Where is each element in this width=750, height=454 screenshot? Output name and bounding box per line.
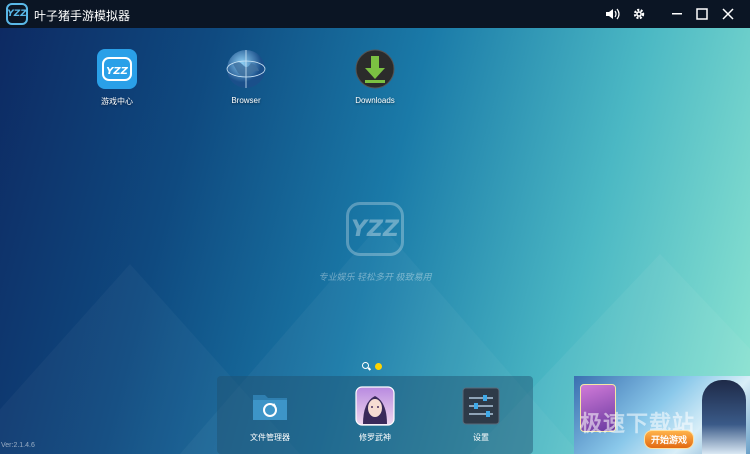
start-game-button[interactable]: 开始游戏 (644, 430, 695, 449)
app-label: Browser (231, 96, 261, 105)
version-label: Ver:2.1.4.6 (1, 442, 35, 449)
gear-icon[interactable] (630, 5, 648, 23)
dock-label: 设置 (473, 433, 489, 442)
dock-label: 修罗武神 (359, 433, 391, 442)
app-logo: YZZ (6, 3, 28, 25)
close-icon[interactable] (719, 5, 737, 23)
app-downloads[interactable]: Downloads (335, 48, 415, 105)
search-icon[interactable] (362, 362, 371, 371)
page-dot-active[interactable] (375, 363, 382, 370)
download-arrow-icon (354, 48, 396, 90)
dock-item-file-manager[interactable]: 文件管理器 (240, 386, 300, 443)
dock-label: 文件管理器 (250, 433, 290, 442)
yzz-game-center-icon: YZZ (96, 48, 138, 90)
slogan: 专业娱乐 轻松多开 极致易用 (318, 272, 432, 282)
dock-item-game[interactable]: 修罗武神 (345, 386, 405, 443)
svg-text:YZZ: YZZ (106, 66, 128, 77)
game-avatar-icon (355, 386, 395, 426)
folder-refresh-icon (250, 386, 290, 426)
app-title: 叶子猪手游模拟器 (34, 9, 131, 23)
globe-browser-icon (225, 48, 267, 90)
app-game-center[interactable]: YZZ 游戏中心 (77, 48, 157, 107)
app-browser[interactable]: Browser (206, 48, 286, 105)
app-label: 游戏中心 (101, 97, 133, 106)
minimize-icon[interactable] (668, 5, 686, 23)
dock-item-settings[interactable]: 设置 (451, 386, 511, 443)
dock: 文件管理器 修罗武神 设置 (217, 376, 533, 454)
center-yzz-logo: YZZ (346, 202, 404, 256)
app-label: Downloads (355, 96, 395, 105)
promo-banner[interactable]: 极速下载站 开始游戏 (574, 376, 750, 454)
volume-icon[interactable] (604, 5, 622, 23)
title-bar: YZZ 叶子猪手游模拟器 (0, 0, 750, 28)
promo-character (702, 380, 746, 454)
settings-sliders-icon (461, 386, 501, 426)
page-indicator (362, 362, 382, 371)
maximize-icon[interactable] (693, 5, 711, 23)
